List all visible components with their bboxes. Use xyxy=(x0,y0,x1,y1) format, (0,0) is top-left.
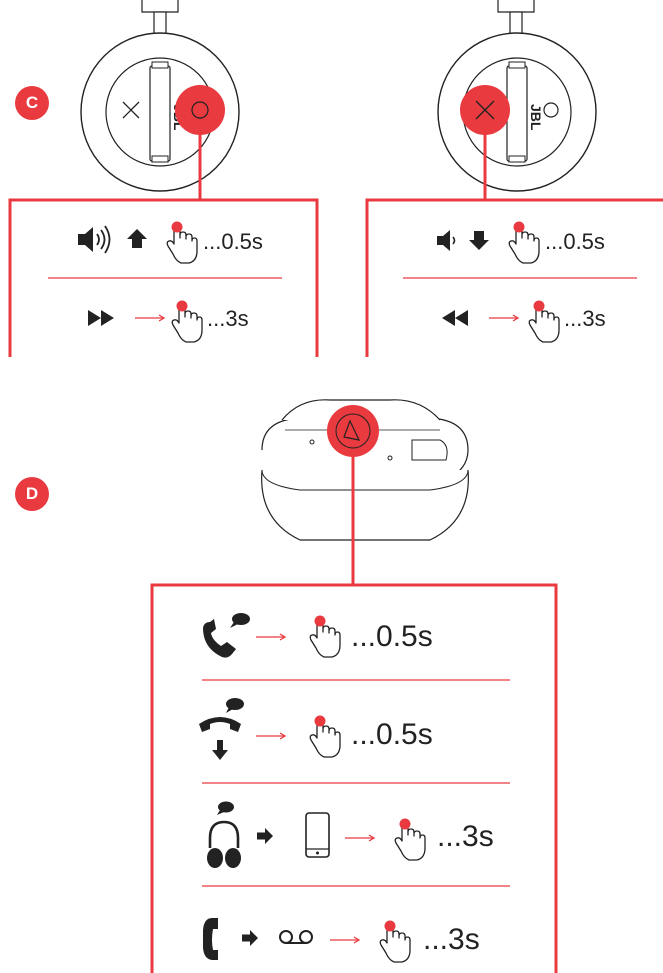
volume-up-icon xyxy=(78,225,111,254)
call-to-voicemail-duration: ...3s xyxy=(423,923,480,956)
end-call-icon xyxy=(199,698,244,760)
finger-press-icon xyxy=(309,614,341,658)
manual-page: JBL JBL xyxy=(0,0,663,973)
finger-press-icon xyxy=(166,220,198,264)
arrow-right-icon xyxy=(329,936,360,944)
answer-call-duration: ...0.5s xyxy=(351,620,433,653)
finger-press-icon xyxy=(394,817,426,861)
arrow-right-icon xyxy=(255,732,286,740)
answer-call-icon xyxy=(203,613,250,658)
section-d-badge: D xyxy=(15,477,49,511)
phone-icon xyxy=(305,812,330,858)
right-earcup-illustration: JBL xyxy=(437,0,597,200)
headphones-icon xyxy=(207,801,241,868)
end-call-duration: ...0.5s xyxy=(351,718,433,751)
earbud-illustration xyxy=(261,399,469,585)
volume-down-duration: ...0.5s xyxy=(545,229,605,254)
headphones-to-phone-duration: ...3s xyxy=(437,820,494,853)
left-instruction-panel xyxy=(8,198,319,357)
finger-press-icon xyxy=(379,919,411,963)
arrow-right-icon xyxy=(344,834,375,842)
arrow-right-icon xyxy=(257,828,273,844)
finger-press-icon xyxy=(171,299,203,343)
arrow-right-icon xyxy=(488,314,519,322)
phone-handset-icon xyxy=(203,918,218,960)
arrow-down-icon xyxy=(469,231,489,250)
svg-text:JBL: JBL xyxy=(528,104,544,131)
voicemail-icon xyxy=(279,930,313,944)
volume-down-icon xyxy=(437,230,456,251)
volume-up-duration: ...0.5s xyxy=(203,229,263,254)
finger-press-icon xyxy=(309,714,341,758)
illustration-canvas: JBL JBL xyxy=(8,0,663,973)
fast-forward-duration: ...3s xyxy=(207,306,249,331)
arrow-right-icon xyxy=(255,633,286,641)
left-earcup-illustration: JBL xyxy=(80,0,240,200)
section-c-badge: C xyxy=(15,86,49,120)
finger-press-icon xyxy=(528,299,560,343)
rewind-icon xyxy=(442,310,468,326)
arrow-right-icon xyxy=(134,314,165,322)
fast-forward-icon xyxy=(88,310,114,326)
rewind-duration: ...3s xyxy=(564,306,606,331)
arrow-right-icon xyxy=(242,930,258,946)
finger-press-icon xyxy=(508,220,540,264)
arrow-up-icon xyxy=(127,229,147,248)
